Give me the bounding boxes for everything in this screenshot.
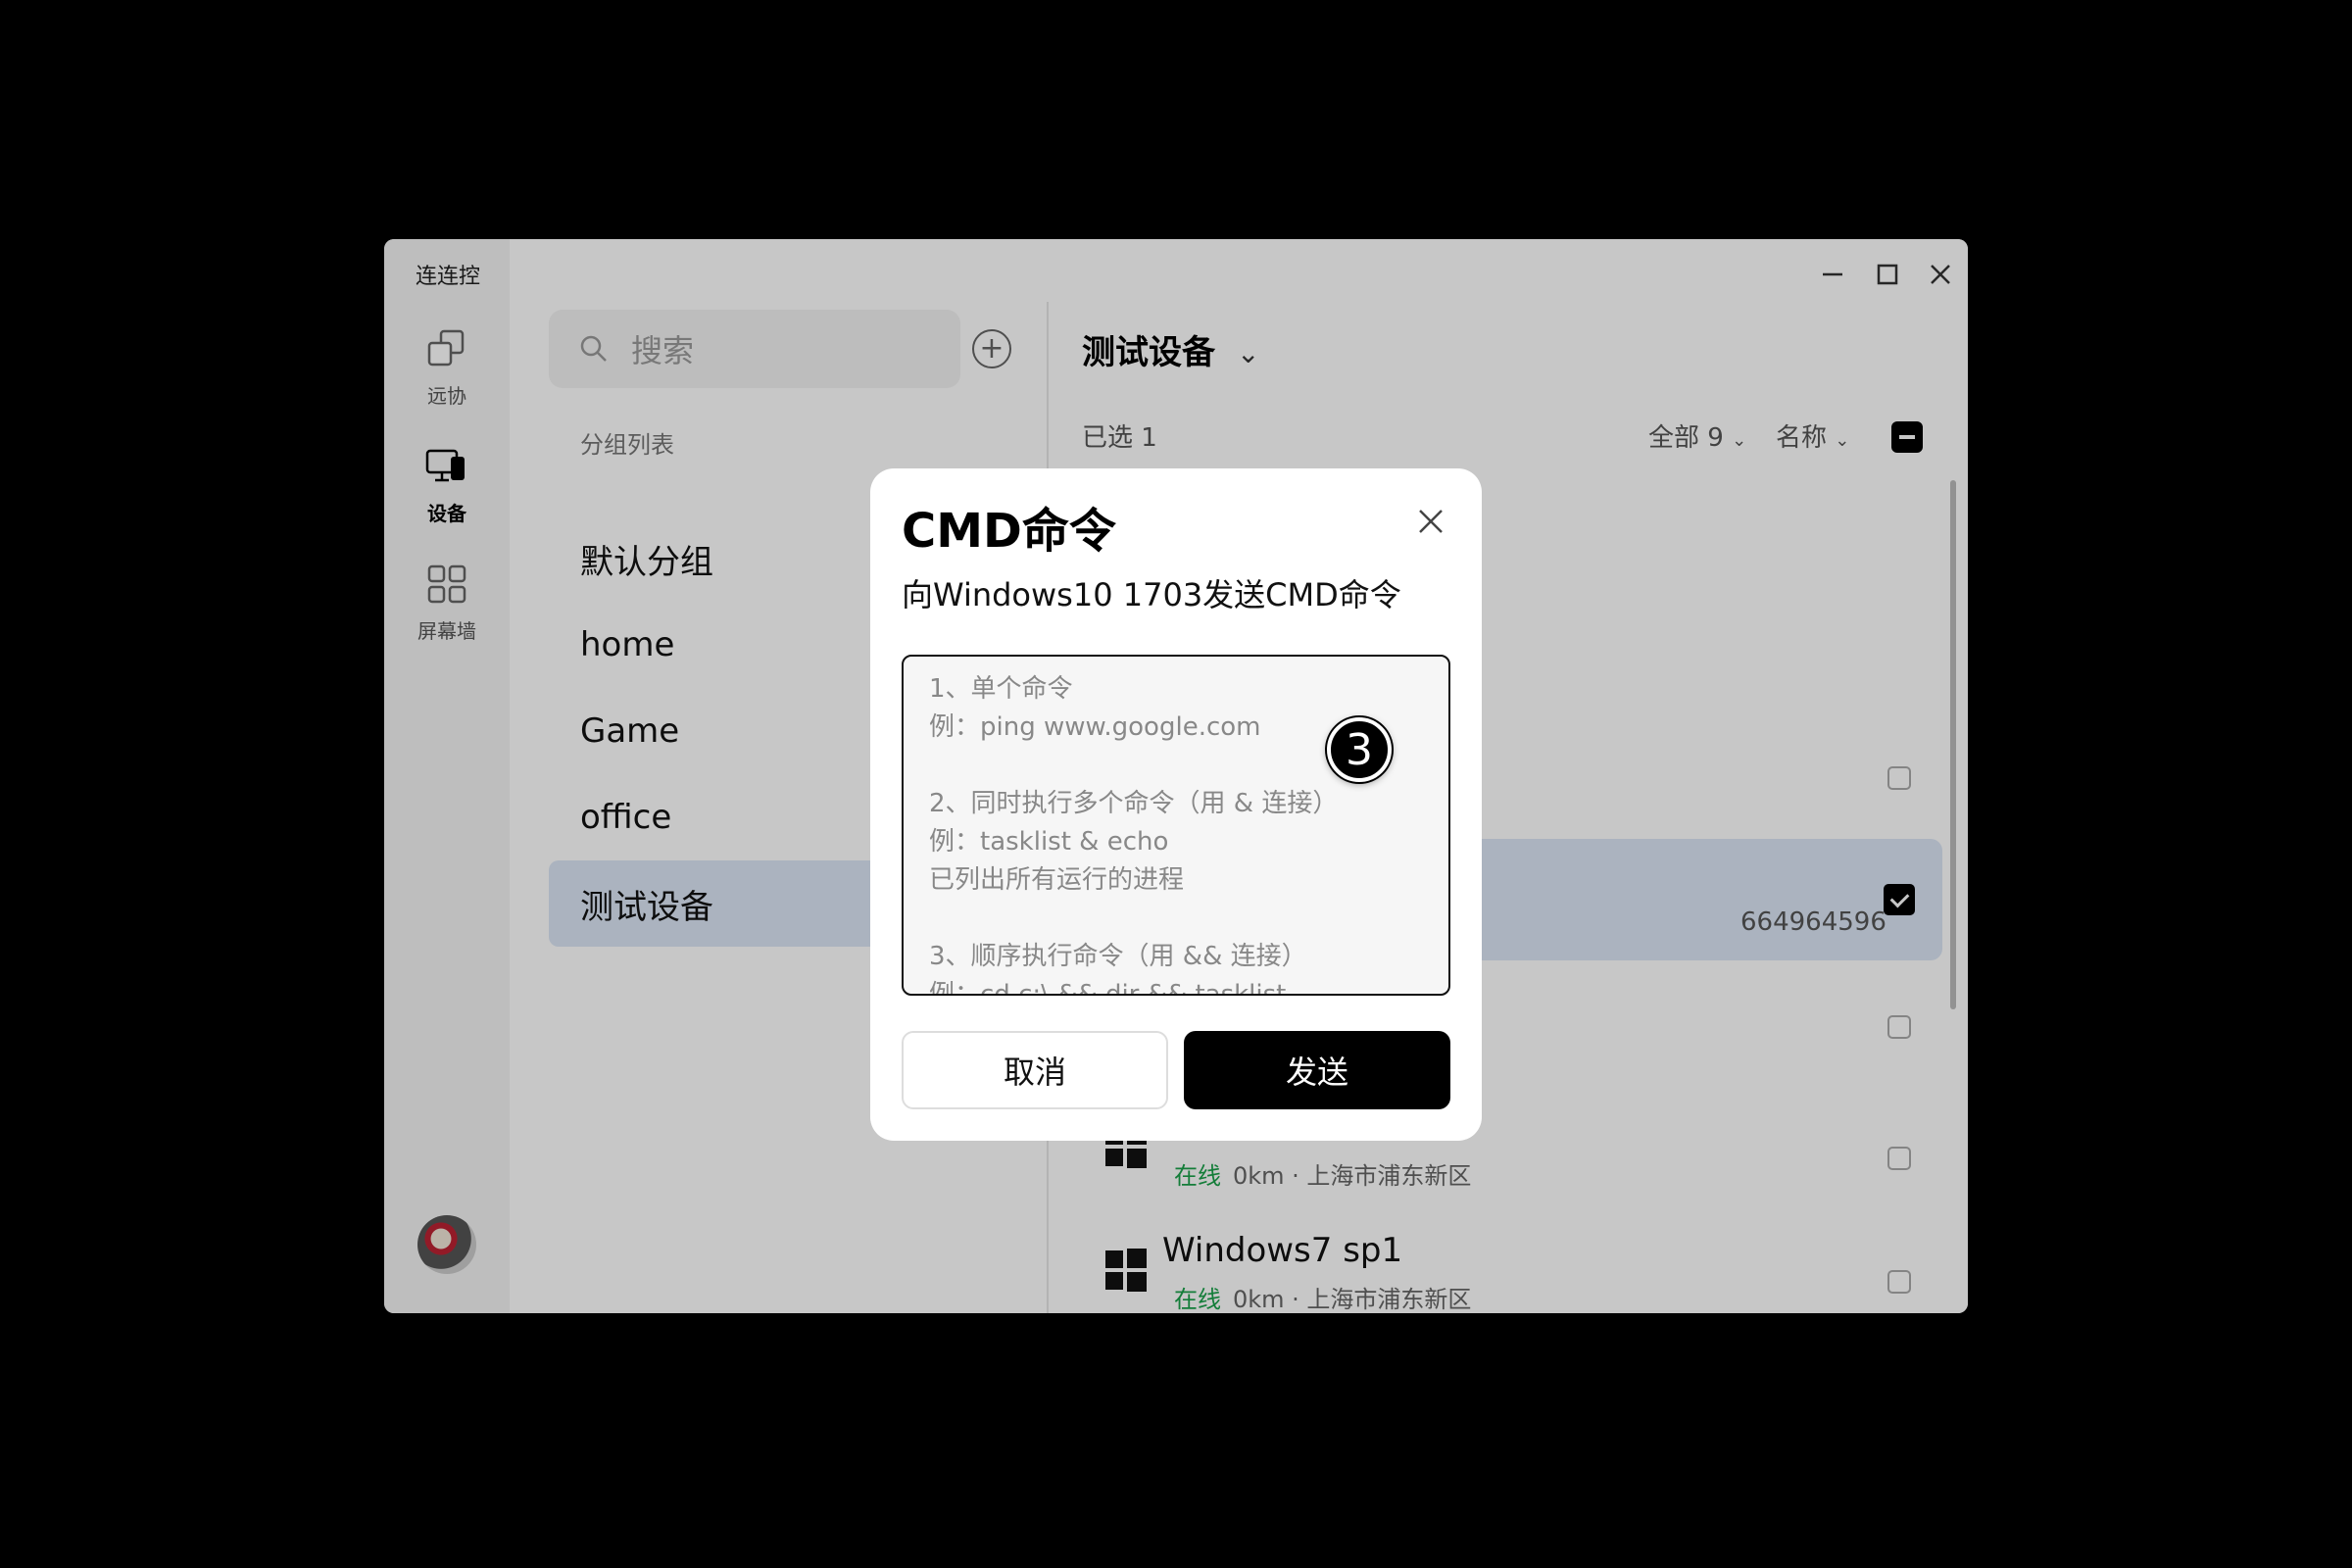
close-icon[interactable]	[1413, 504, 1448, 539]
dialog-title: CMD命令	[902, 504, 1116, 559]
hint-line: 3、顺序执行命令（用 && 连接）	[929, 942, 1307, 971]
hint-line: 例：tasklist & echo	[929, 827, 1169, 857]
hint-line: 已列出所有运行的进程	[929, 865, 1185, 895]
step-badge: 3	[1327, 717, 1392, 782]
cmd-input[interactable]: 1、单个命令 例：ping www.google.com 2、同时执行多个命令（…	[902, 655, 1450, 996]
hint-line: 2、同时执行多个命令（用 & 连接）	[929, 789, 1339, 818]
cmd-dialog: CMD命令 向Windows10 1703发送CMD命令 1、单个命令 例：pi…	[870, 468, 1482, 1141]
cancel-button[interactable]: 取消	[902, 1031, 1168, 1109]
send-button[interactable]: 发送	[1184, 1031, 1450, 1109]
hint-line: 1、单个命令	[929, 674, 1073, 704]
hint-line	[929, 900, 1448, 938]
dialog-subtitle: 向Windows10 1703发送CMD命令	[902, 576, 1401, 613]
hint-line: 例：cd c:\ && dir && tasklist	[929, 980, 1287, 996]
